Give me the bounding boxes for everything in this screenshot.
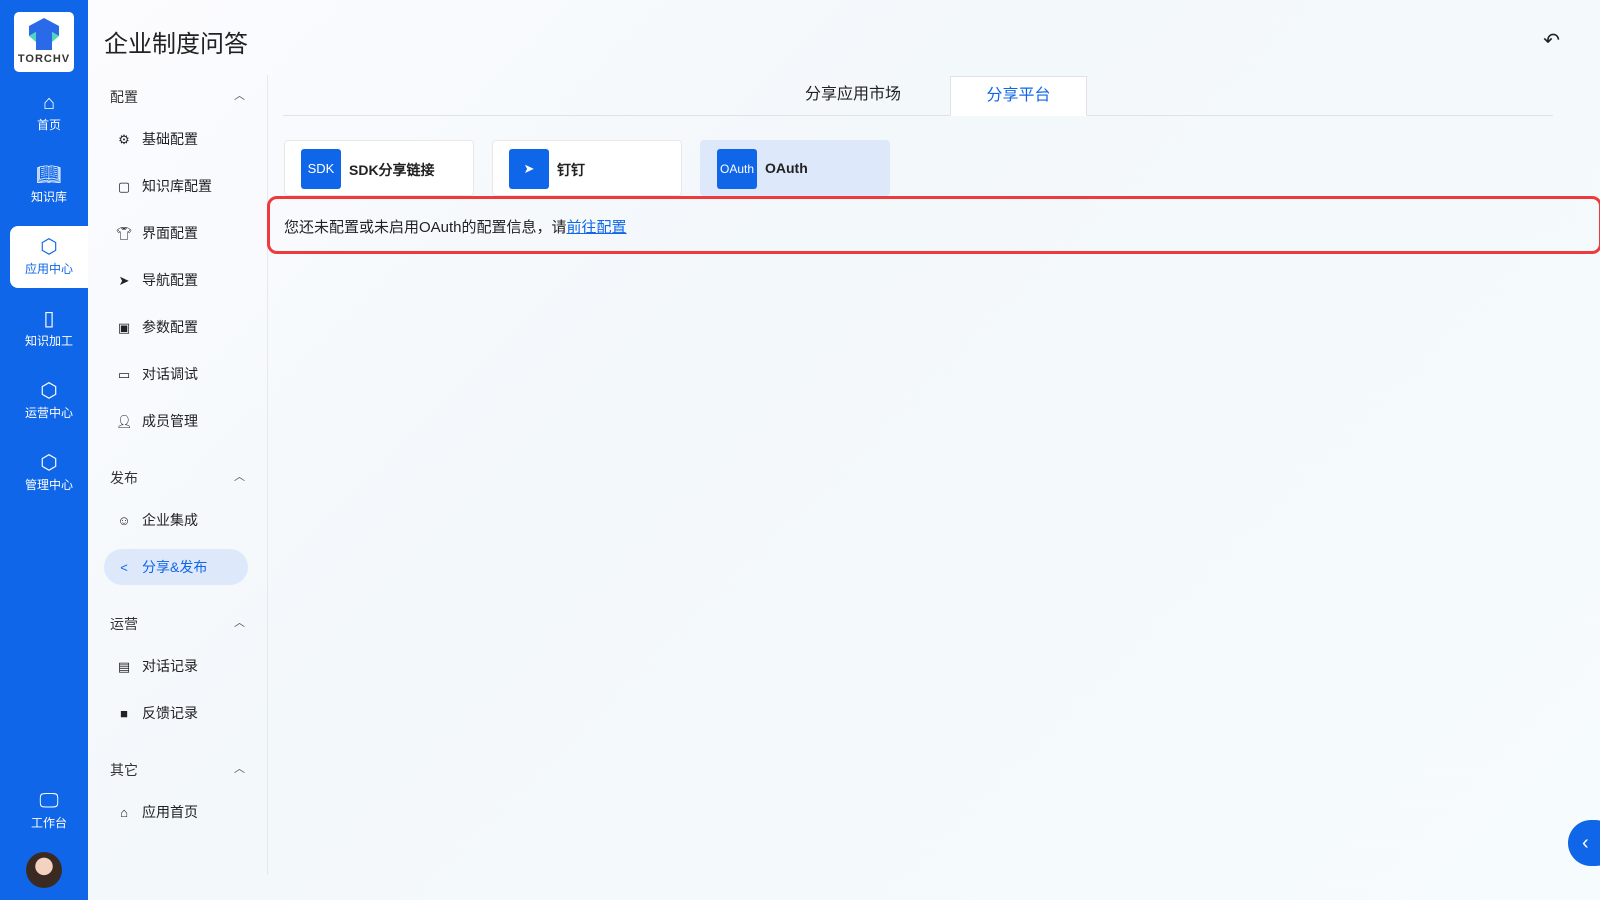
sidebar-item-members[interactable]: 👤︎ 成员管理 [104,403,248,439]
rail-label: 运营中心 [24,406,73,420]
sidebar-item-enterprise[interactable]: ☺ 企业集成 [104,502,248,538]
nav-rail: TORCHV ⌂ 首页 📖︎ 知识库 ⬡ 应用中心 ▯ 知识加工 ⬡ 运营中心 ⬡ 管理中心… [0,0,88,900]
item-label: 应用首页 [142,804,198,820]
sidebar-item-share[interactable]: < 分享&发布 [104,549,248,585]
chat-icon: ▭ [117,367,131,382]
section-label: 其它 [110,762,138,778]
card-label: OAuth [765,160,808,176]
share-icon: < [120,560,128,575]
avatar[interactable] [26,852,62,888]
tab-share-market[interactable]: 分享应用市场 [773,76,933,116]
rail-item-workbench[interactable]: 🖵︎ 工作台 [10,780,88,842]
section-label: 配置 [110,89,138,105]
tab-bar: 分享应用市场 分享平台 [283,76,1553,116]
rail-item-app-center[interactable]: ⬡ 应用中心 [10,226,88,288]
sidebar-item-chatlog[interactable]: ▤ 对话记录 [104,648,248,684]
rail-label: 应用中心 [24,262,73,276]
sidebar-item-ui[interactable]: 👕︎ 界面配置 [104,215,248,251]
chevron-up-icon: ︿ [234,471,245,483]
item-label: 导航配置 [142,272,198,288]
user-icon: 👤︎ [116,414,133,429]
sidebar: 配置 ︿ ⚙ 基础配置 ▢ 知识库配置 👕︎ 界面配置 ➤ 导航配置 ▣ 参数配置 ▭ 对话调… [88,75,268,875]
sidebar-item-basic[interactable]: ⚙ 基础配置 [104,121,248,157]
operation-icon: ⬡ [40,380,58,402]
chevron-up-icon: ︿ [234,763,245,775]
sdk-icon: SDK [301,149,341,189]
item-label: 分享&发布 [142,559,208,575]
book-icon: ▢ [117,179,131,194]
logo-text: TORCHV [17,53,71,65]
shirt-icon: 👕︎ [116,226,133,241]
item-label: 知识库配置 [142,178,212,194]
item-label: 参数配置 [142,319,198,335]
item-label: 对话调试 [142,366,198,382]
section-ops[interactable]: 运营 ︿ [110,614,245,634]
gear-icon: ⚙ [118,132,130,147]
sidebar-item-nav[interactable]: ➤ 导航配置 [104,262,248,298]
book-icon: 📖︎ [36,164,62,186]
send-icon: ➤ [118,273,130,288]
sidebar-item-app-home[interactable]: ⌂ 应用首页 [104,794,248,830]
item-label: 界面配置 [142,225,198,241]
chevron-up-icon: ︿ [234,617,245,629]
chevron-up-icon: ︿ [234,90,245,102]
rail-item-admin[interactable]: ⬡ 管理中心 [10,442,88,504]
sidebar-item-kb[interactable]: ▢ 知识库配置 [104,168,248,204]
card-oauth[interactable]: OAuth OAuth [700,140,890,196]
sidebar-item-params[interactable]: ▣ 参数配置 [104,309,248,345]
app-center-icon: ⬡ [40,236,58,258]
rail-item-operation[interactable]: ⬡ 运营中心 [10,370,88,432]
settings-icon: ⬡ [40,452,58,474]
item-label: 成员管理 [142,413,198,429]
section-other[interactable]: 其它 ︿ [110,760,245,780]
rail-label: 知识库 [30,190,67,204]
page-title: 企业制度问答 [104,31,248,58]
back-icon[interactable]: ↶ [1543,28,1560,53]
card-sdk[interactable]: SDK SDK分享链接 [284,140,474,196]
item-label: 基础配置 [142,131,198,147]
section-config[interactable]: 配置 ︿ [110,87,245,107]
rail-label: 管理中心 [24,478,73,492]
rail-label: 首页 [36,118,61,132]
workbench-icon: 🖵︎ [39,790,59,812]
card-dingtalk[interactable]: ➤ 钉钉 [492,140,682,196]
item-label: 反馈记录 [142,705,198,721]
document-icon: ▤ [117,659,131,674]
section-label: 运营 [110,616,138,632]
rail-label: 知识加工 [24,334,73,348]
section-publish[interactable]: 发布 ︿ [110,468,245,488]
tab-share-platform[interactable]: 分享平台 [950,76,1087,116]
home-icon: ⌂ [42,92,56,114]
item-label: 企业集成 [142,512,198,528]
rail-item-knowledge-process[interactable]: ▯ 知识加工 [10,298,88,360]
feedback-icon: ■ [120,706,128,721]
rail-item-knowledge[interactable]: 📖︎ 知识库 [10,154,88,216]
oauth-warning: 您还未配置或未启用OAuth的配置信息，请前往配置 [267,196,1600,254]
params-icon: ▣ [117,320,131,335]
section-label: 发布 [110,470,138,486]
dingtalk-icon: ➤ [509,149,549,189]
rail-item-home[interactable]: ⌂ 首页 [10,82,88,144]
torchv-logo[interactable]: TORCHV [14,12,74,72]
sidebar-item-debug[interactable]: ▭ 对话调试 [104,356,248,392]
rail-label: 工作台 [30,816,67,830]
item-label: 对话记录 [142,658,198,674]
robot-icon: ☺ [117,513,131,528]
card-label: 钉钉 [557,162,585,178]
sidebar-item-feedback[interactable]: ■ 反馈记录 [104,695,248,731]
oauth-icon: OAuth [717,149,757,189]
knowledge-process-icon: ▯ [43,308,55,330]
home-icon: ⌂ [120,805,128,820]
card-label: SDK分享链接 [349,162,435,178]
go-config-link[interactable]: 前往配置 [567,219,627,236]
collapse-button[interactable]: ‹ [1568,820,1600,866]
warning-text: 您还未配置或未启用OAuth的配置信息，请 [284,219,567,236]
